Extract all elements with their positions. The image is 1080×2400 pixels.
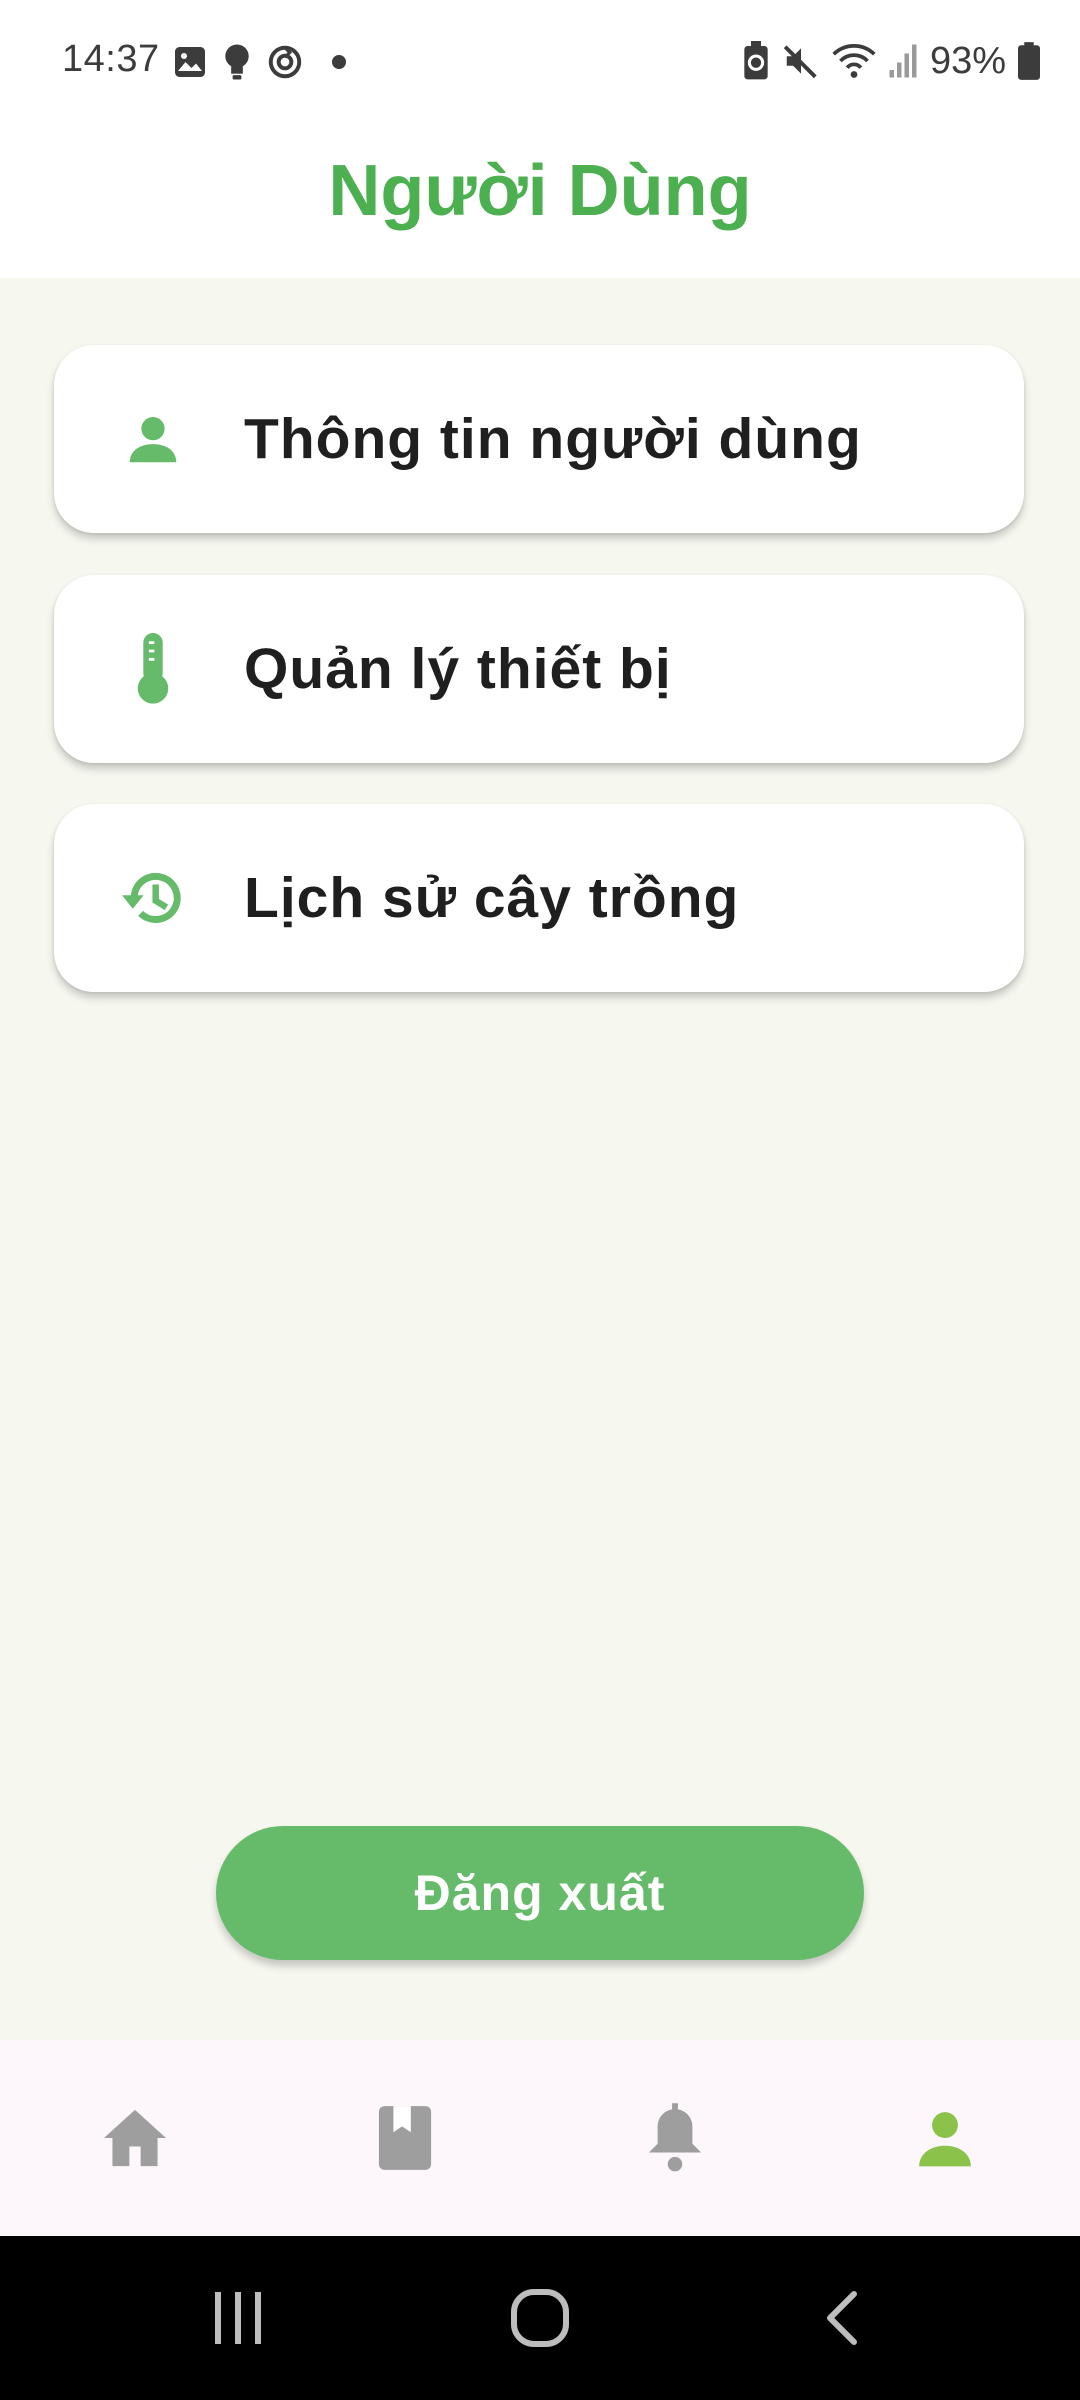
home-button[interactable] [440, 2236, 640, 2400]
content-area: Thông tin người dùng Quản lý thiết bị Lị… [0, 278, 1080, 2040]
recent-apps-button[interactable] [138, 2236, 338, 2400]
bottom-nav [0, 2040, 1080, 2236]
person-icon [118, 404, 188, 474]
battery-icon [1018, 42, 1040, 80]
nav-item-notifications[interactable] [540, 2040, 810, 2236]
mute-icon [782, 42, 820, 80]
menu-item-label: Lịch sử cây trồng [244, 866, 740, 930]
back-icon [822, 2288, 862, 2348]
menu-item-device-management[interactable]: Quản lý thiết bị [54, 575, 1024, 763]
image-icon [172, 44, 208, 80]
status-time: 14:37 [62, 38, 160, 80]
nav-item-user[interactable] [810, 2040, 1080, 2236]
recent-apps-icon [211, 2288, 265, 2348]
status-left-icons [172, 42, 346, 82]
page-title: Người Dùng [328, 151, 752, 231]
thermometer-icon [118, 633, 188, 704]
logout-button[interactable]: Đăng xuất [216, 1826, 864, 1960]
wifi-icon [832, 42, 876, 80]
system-nav-bar [0, 2236, 1080, 2400]
app-header: Người Dùng [0, 124, 1080, 278]
status-right: 93% [742, 38, 1040, 84]
battery-percent: 93% [929, 39, 1006, 82]
logout-label: Đăng xuất [414, 1865, 666, 1921]
signal-icon [888, 43, 918, 79]
person-icon [914, 2107, 976, 2169]
menu-item-user-info[interactable]: Thông tin người dùng [54, 345, 1024, 533]
sync-icon [266, 43, 304, 81]
menu-item-crop-history[interactable]: Lịch sử cây trồng [54, 804, 1024, 992]
battery-saver-icon [742, 41, 770, 81]
bell-icon [646, 2103, 704, 2173]
home-icon [100, 2107, 170, 2169]
status-bar: 14:37 93% [0, 0, 1080, 124]
menu-item-label: Thông tin người dùng [244, 407, 862, 471]
bulb-icon [222, 43, 252, 81]
back-button[interactable] [742, 2236, 942, 2400]
dot-icon [332, 55, 346, 69]
nav-item-book[interactable] [270, 2040, 540, 2236]
nav-item-home[interactable] [0, 2040, 270, 2236]
menu-item-label: Quản lý thiết bị [244, 637, 672, 701]
book-icon [376, 2103, 434, 2173]
home-circle-icon [510, 2288, 570, 2348]
history-icon [118, 863, 188, 933]
